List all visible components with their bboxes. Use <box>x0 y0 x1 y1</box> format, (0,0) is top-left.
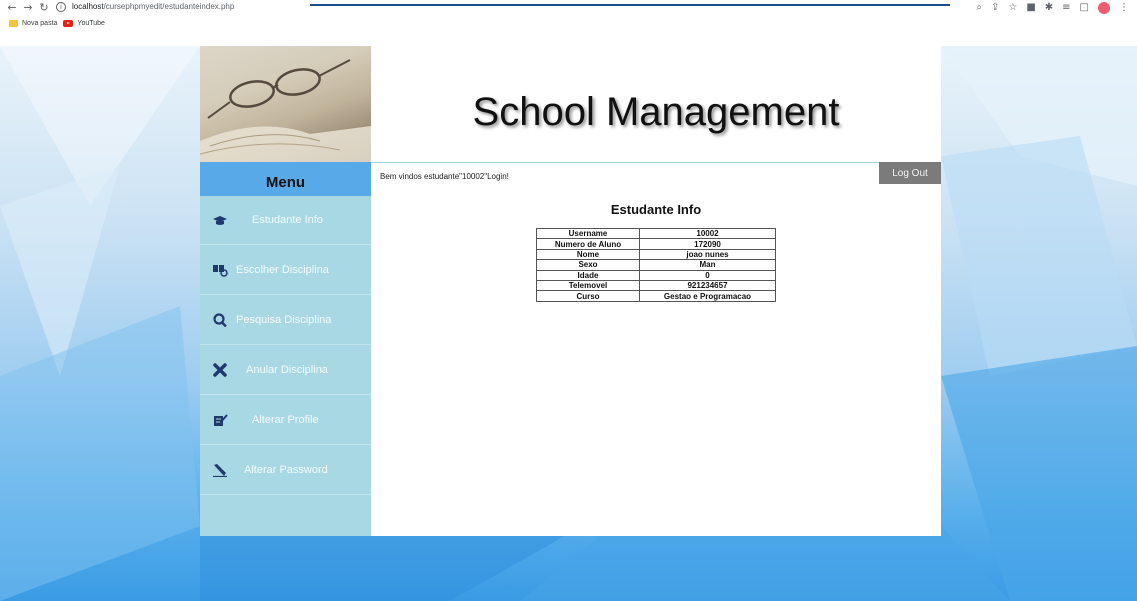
forward-arrow-icon[interactable]: → <box>22 2 34 14</box>
book-glasses-image <box>200 46 371 162</box>
bookmark-star-icon[interactable]: ☆ <box>1008 2 1017 14</box>
page-title: School Management <box>472 89 840 134</box>
table-key: Username <box>536 227 640 240</box>
section-title: Estudante Info <box>610 202 702 217</box>
folder-icon <box>9 19 18 27</box>
table-row: Username 10002 <box>536 227 776 240</box>
table-value: Man <box>639 259 776 271</box>
sidebar-item-label: Estudante Info <box>252 214 323 226</box>
table-row: Nome joao nunes <box>536 248 776 261</box>
sidebar-item-estudante-info[interactable]: Estudante Info <box>200 196 371 245</box>
bookmark-nova-pasta[interactable]: Nova pasta <box>9 19 58 27</box>
sidebar: Menu Estudante Info Escolher Disciplina … <box>200 162 371 536</box>
sidebar-item-label: Anular Disciplina <box>246 364 328 376</box>
content-divider <box>371 162 879 163</box>
book-glasses-illustration <box>200 46 371 162</box>
site-header: School Management <box>200 46 941 162</box>
bookmark-label: Nova pasta <box>22 19 58 27</box>
sidebar-item-alterar-profile[interactable]: Alterar Profile <box>200 396 371 445</box>
profile-avatar[interactable] <box>1098 2 1110 14</box>
table-row: Idade 0 <box>536 269 776 281</box>
tab-indicator-line <box>310 4 950 6</box>
student-info-table: Username 10002 Numero de Aluno 172090 No… <box>536 227 776 302</box>
logout-button[interactable]: Log Out <box>879 162 941 184</box>
table-value: 10002 <box>639 227 776 240</box>
sidebar-item-escolher-disciplina[interactable]: Escolher Disciplina <box>200 246 371 295</box>
share-icon[interactable]: ⇪ <box>991 2 999 14</box>
graduation-cap-icon <box>213 216 227 225</box>
sidebar-item-anular-disciplina[interactable]: Anular Disciplina <box>200 346 371 395</box>
table-row: Sexo Man <box>536 259 776 271</box>
site-container: School Management Menu Estudante Info Es… <box>200 46 941 536</box>
reload-icon[interactable]: ↻ <box>38 2 50 14</box>
sidebar-item-pesquisa-disciplina[interactable]: Pesquisa Disciplina <box>200 296 371 345</box>
sidebar-item-alterar-password[interactable]: Alterar Password <box>200 446 371 495</box>
side-panel-icon[interactable]: □ <box>1080 2 1089 14</box>
search-icon <box>213 313 227 327</box>
bookmarks-bar: Nova pasta YouTube <box>0 16 105 30</box>
back-arrow-icon[interactable]: ← <box>6 2 18 14</box>
url-field[interactable]: localhost/cursephpmyedit/estudanteindex.… <box>72 1 234 13</box>
main-content: Bem vindos estudante"10002"Login! Log Ou… <box>371 162 941 536</box>
table-row: Numero de Aluno 172090 <box>536 238 776 250</box>
sidebar-item-label: Escolher Disciplina <box>236 264 329 276</box>
browser-chrome: ← → ↻ i localhost/cursephpmyedit/estudan… <box>0 0 1137 46</box>
table-row: Curso Gestao e Programacao <box>536 290 776 302</box>
table-key: Idade <box>536 269 640 281</box>
sidebar-item-label: Pesquisa Disciplina <box>236 314 332 326</box>
table-key: Sexo <box>536 259 640 271</box>
address-bar-row: ← → ↻ i localhost/cursephpmyedit/estudan… <box>0 0 1137 30</box>
table-value: joao nunes <box>639 248 776 261</box>
welcome-message: Bem vindos estudante"10002"Login! <box>380 172 509 181</box>
sidebar-item-label: Alterar Password <box>244 464 328 476</box>
select-course-icon <box>213 265 228 277</box>
browser-menu-icon[interactable]: ⋮ <box>1119 2 1129 14</box>
url-path: /cursephpmyedit/estudanteindex.php <box>103 2 235 11</box>
table-value: Gestao e Programacao <box>639 290 776 302</box>
extension-icon[interactable]: ■ <box>1026 2 1035 14</box>
edit-profile-icon <box>214 414 228 426</box>
pen-icon <box>213 464 227 477</box>
bookmark-label: YouTube <box>77 19 105 27</box>
site-info-icon[interactable]: i <box>56 2 66 12</box>
youtube-icon <box>63 19 74 27</box>
bookmark-youtube[interactable]: YouTube <box>63 19 105 27</box>
table-key: Nome <box>536 248 640 261</box>
cancel-x-icon <box>213 363 227 377</box>
menu-header: Menu <box>200 162 371 196</box>
table-row: Telemovel 921234657 <box>536 279 776 292</box>
table-value: 921234657 <box>639 279 776 292</box>
table-value: 172090 <box>639 238 776 250</box>
table-key: Curso <box>536 290 640 302</box>
zoom-icon[interactable]: ⌕ <box>976 2 982 14</box>
reading-list-icon[interactable]: ≡ <box>1062 2 1070 14</box>
sidebar-item-label: Alterar Profile <box>252 414 319 426</box>
table-value: 0 <box>639 269 776 281</box>
browser-toolbar: ⌕ ⇪ ☆ ■ ✱ ≡ □ ⋮ <box>976 1 1129 15</box>
table-key: Telemovel <box>536 279 640 292</box>
url-host: localhost <box>72 2 104 11</box>
table-key: Numero de Aluno <box>536 238 640 250</box>
puzzle-extensions-icon[interactable]: ✱ <box>1045 2 1053 14</box>
